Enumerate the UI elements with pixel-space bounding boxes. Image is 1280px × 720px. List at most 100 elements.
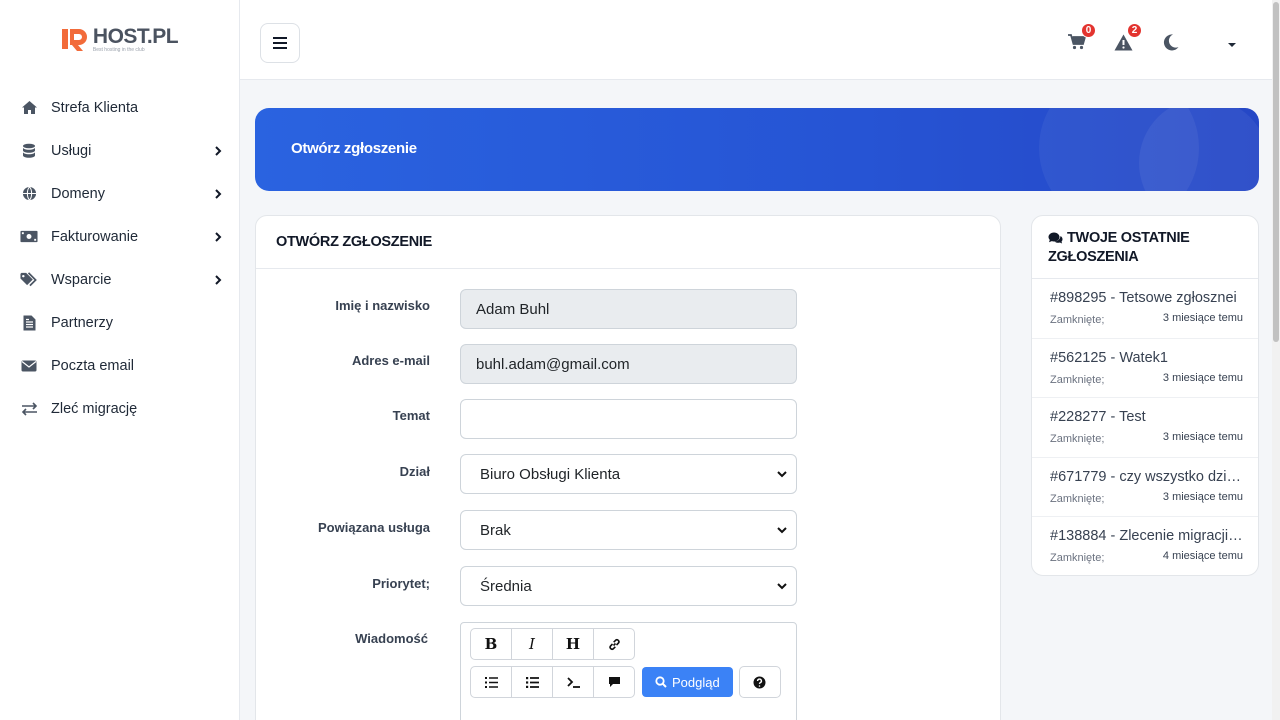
ticket-item[interactable]: #562125 - Watek1 Zamknięte; 3 miesiące t… xyxy=(1032,339,1258,398)
recent-tickets-header: TWOJE OSTATNIE ZGŁOSZENIA xyxy=(1032,216,1258,279)
sidebar-item-label: Partnerzy xyxy=(51,314,114,331)
recent-tickets-title: TWOJE OSTATNIE ZGŁOSZENIA xyxy=(1048,229,1242,267)
page-scrollbar[interactable] xyxy=(1272,0,1280,720)
list-ul-icon xyxy=(484,676,498,688)
envelope-icon xyxy=(20,357,38,375)
sidebar-item-partnerzy[interactable]: Partnerzy xyxy=(0,301,239,344)
sidebar-item-strefa-klienta[interactable]: Strefa Klienta xyxy=(0,86,239,129)
bulleted-list-button[interactable] xyxy=(470,666,512,698)
sidebar-item-wsparcie[interactable]: Wsparcie xyxy=(0,258,239,301)
ticket-item[interactable]: #228277 - Test Zamknięte; 3 miesiące tem… xyxy=(1032,398,1258,458)
chevron-right-icon xyxy=(215,274,222,285)
service-label: Powiązana usługa xyxy=(318,520,430,535)
numbered-list-button[interactable] xyxy=(511,666,553,698)
ticket-time: 3 miesiące temu xyxy=(1162,431,1243,443)
home-icon xyxy=(20,99,38,117)
ticket-form-card: OTWÓRZ ZGŁOSZENIE Imię i nazwisko Adam B… xyxy=(255,215,1001,720)
sidebar-nav: Strefa Klienta Usługi Domeny Fakturowani… xyxy=(0,86,239,430)
dark-mode-toggle[interactable] xyxy=(1161,32,1181,52)
help-button[interactable] xyxy=(738,666,781,698)
cart-button[interactable]: 0 xyxy=(1067,23,1096,52)
sidebar: HOST.PL Best hosting in the club Strefa … xyxy=(0,0,240,720)
menu-toggle-button[interactable] xyxy=(260,23,300,63)
department-label: Dział xyxy=(399,464,430,479)
subject-label: Temat xyxy=(392,408,430,423)
ticket-title: #228277 - Test xyxy=(1050,409,1146,425)
service-select[interactable]: Brak xyxy=(460,510,797,550)
logo-name: HOST.PL xyxy=(92,24,179,48)
italic-button[interactable]: I xyxy=(511,628,553,660)
logo[interactable]: HOST.PL Best hosting in the club xyxy=(0,0,239,78)
ticket-item[interactable]: #138884 - Zlecenie migracji domeny Zamkn… xyxy=(1032,517,1258,575)
comments-icon xyxy=(1048,232,1063,244)
logo-mark: HOST.PL Best hosting in the club xyxy=(61,24,179,53)
sidebar-item-uslugi[interactable]: Usługi xyxy=(0,129,239,172)
sidebar-item-domeny[interactable]: Domeny xyxy=(0,172,239,215)
ticket-time: 4 miesiące temu xyxy=(1162,550,1243,562)
sidebar-item-zlec-migracje[interactable]: Zleć migrację xyxy=(0,387,239,430)
ticket-status: Zamknięte; xyxy=(1050,433,1105,445)
editor-toolbar-row-1: B I H xyxy=(470,628,635,660)
email-field[interactable]: buhl.adam@gmail.com xyxy=(460,344,797,384)
ticket-title: #898295 - Tetsowe zgłosznei xyxy=(1050,290,1237,306)
ticket-status: Zamknięte; xyxy=(1050,373,1105,386)
ticket-time: 3 miesiące temu xyxy=(1162,371,1243,384)
page-banner: Otwórz zgłoszenie xyxy=(255,108,1259,191)
globe-icon xyxy=(20,185,38,203)
message-editor[interactable]: B I H Podgląd xyxy=(460,622,797,720)
ticket-status: Zamknięte; xyxy=(1050,314,1105,326)
topbar: 0 2 xyxy=(240,0,1280,80)
question-circle-icon xyxy=(753,676,766,688)
sidebar-item-label: Strefa Klienta xyxy=(51,99,139,116)
database-icon xyxy=(20,142,38,160)
name-field[interactable]: Adam Buhl xyxy=(460,289,797,329)
search-icon xyxy=(655,676,667,688)
money-icon xyxy=(20,228,38,246)
banner-decoration xyxy=(1139,108,1259,191)
subject-input[interactable] xyxy=(460,399,797,439)
sidebar-item-label: Wsparcie xyxy=(51,271,112,288)
sidebar-item-label: Usługi xyxy=(51,142,92,159)
service-value: Brak xyxy=(480,521,511,539)
priority-select[interactable]: Średnia xyxy=(460,566,797,606)
moon-icon xyxy=(1163,33,1179,50)
chevron-right-icon xyxy=(215,231,222,242)
link-button[interactable] xyxy=(593,628,635,660)
card-title: OTWÓRZ ZGŁOSZENIE xyxy=(276,234,433,250)
logo-tagline: Best hosting in the club xyxy=(92,46,145,53)
alerts-button[interactable]: 2 xyxy=(1113,23,1142,52)
ticket-status: Zamknięte; xyxy=(1050,552,1105,564)
ticket-title: #671779 - czy wszystko działa xyxy=(1050,468,1244,485)
user-dropdown-caret[interactable] xyxy=(1228,43,1236,47)
tags-icon xyxy=(20,271,38,289)
recent-tickets-title-text: TWOJE OSTATNIE ZGŁOSZENIA xyxy=(1048,230,1190,265)
sidebar-item-label: Domeny xyxy=(51,185,105,202)
page-title: Otwórz zgłoszenie xyxy=(291,140,417,157)
ticket-title: #562125 - Watek1 xyxy=(1050,349,1168,366)
code-button[interactable] xyxy=(552,666,594,698)
ticket-time: 3 miesiące temu xyxy=(1162,490,1243,503)
priority-value: Średnia xyxy=(480,577,532,595)
name-label: Imię i nazwisko xyxy=(335,298,430,313)
ticket-item[interactable]: #671779 - czy wszystko działa Zamknięte;… xyxy=(1032,458,1258,517)
chevron-down-icon xyxy=(777,527,787,534)
document-icon xyxy=(20,314,38,332)
sidebar-item-label: Poczta email xyxy=(51,357,135,374)
sidebar-item-fakturowanie[interactable]: Fakturowanie xyxy=(0,215,239,258)
department-value: Biuro Obsługi Klienta xyxy=(480,465,621,483)
preview-button[interactable]: Podgląd xyxy=(642,667,733,697)
card-header: OTWÓRZ ZGŁOSZENIE xyxy=(256,216,1000,269)
department-select[interactable]: Biuro Obsługi Klienta xyxy=(460,454,797,494)
quote-button[interactable] xyxy=(593,666,635,698)
sidebar-item-poczta-email[interactable]: Poczta email xyxy=(0,344,239,387)
bold-button[interactable]: B xyxy=(470,628,512,660)
scrollbar-thumb[interactable] xyxy=(1273,2,1279,342)
ticket-time: 3 miesiące temu xyxy=(1162,312,1243,324)
editor-toolbar-row-2: Podgląd xyxy=(470,666,781,698)
cart-count-badge: 0 xyxy=(1081,23,1096,38)
heading-button[interactable]: H xyxy=(552,628,594,660)
link-icon xyxy=(608,638,620,650)
ticket-item[interactable]: #898295 - Tetsowe zgłosznei Zamknięte; 3… xyxy=(1032,279,1258,339)
preview-label: Podgląd xyxy=(672,674,720,690)
terminal-icon xyxy=(566,676,580,688)
